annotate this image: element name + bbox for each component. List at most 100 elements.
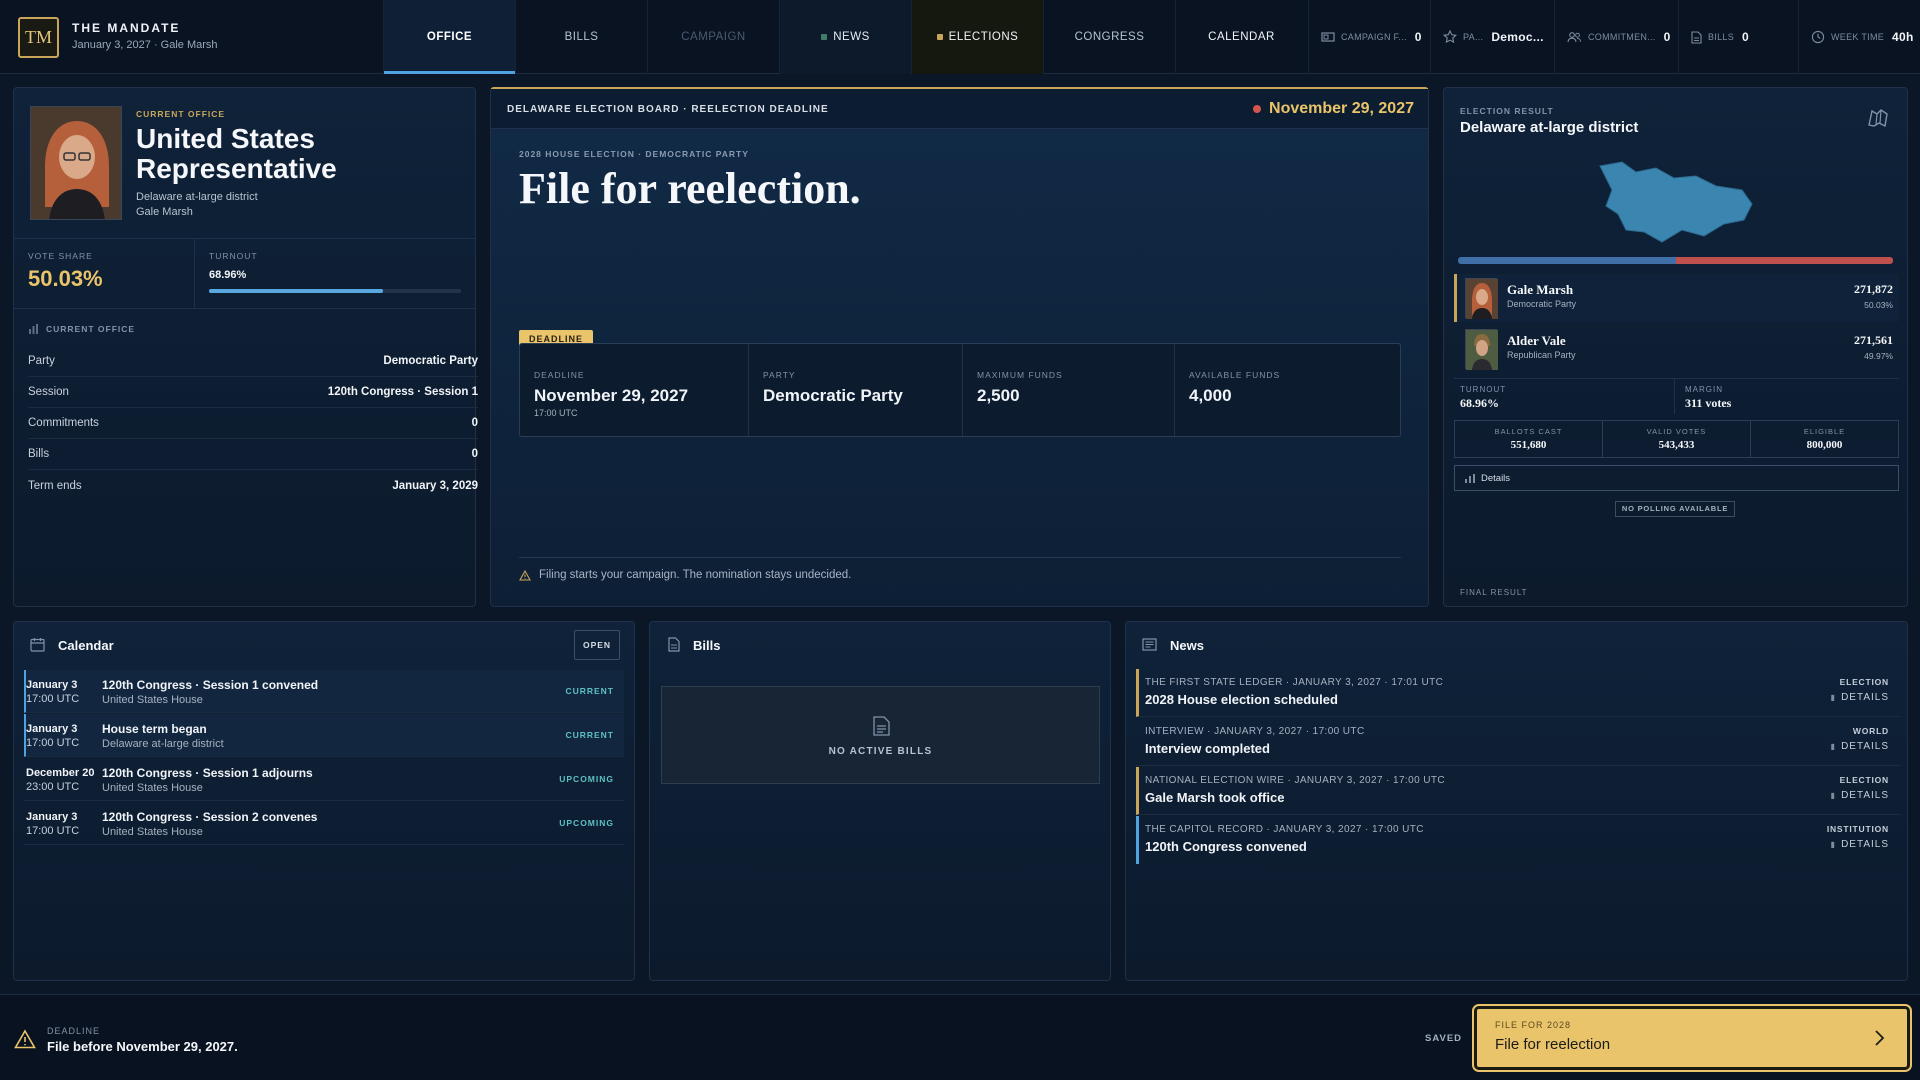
calendar-event[interactable]: December 20 23:00 UTC 120th Congress · Se…	[24, 758, 624, 801]
tab-news[interactable]: NEWS	[779, 0, 911, 74]
tab-congress[interactable]: CONGRESS	[1043, 0, 1175, 74]
candidate-pct: 50.03%	[1864, 300, 1893, 310]
divider	[14, 238, 475, 239]
deadline-facts: DEADLINE November 29, 2027 17:00 UTC PAR…	[519, 343, 1401, 437]
app-logo[interactable]: TM	[18, 17, 59, 58]
top-bar: TM THE MANDATE January 3, 2027 · Gale Ma…	[0, 0, 1920, 74]
calendar-event[interactable]: January 3 17:00 UTC 120th Congress · Sess…	[24, 670, 624, 713]
calendar-open-button[interactable]: OPEN	[574, 630, 620, 660]
deadline-date-text: November 29, 2027	[1269, 100, 1414, 117]
event-status: UPCOMING	[559, 774, 614, 784]
stat-label: COMMITMEN...	[1588, 32, 1656, 42]
stat-campaign-funds[interactable]: CAMPAIGN F... 0	[1308, 0, 1430, 74]
deadline-card-kicker: 2028 HOUSE ELECTION · DEMOCRATIC PARTY	[519, 149, 749, 159]
event-day: January 3	[26, 723, 78, 735]
news-item[interactable]: INTERVIEW · JANUARY 3, 2027 · 17:00 UTC …	[1136, 718, 1901, 766]
event-subtitle: United States House	[102, 694, 203, 706]
tab-office[interactable]: OFFICE	[383, 0, 515, 74]
tab-label: OFFICE	[426, 31, 473, 43]
calendar-event[interactable]: January 3 17:00 UTC 120th Congress · Sess…	[24, 802, 624, 845]
newspaper-icon	[1142, 638, 1157, 651]
news-category: ELECTION	[1839, 775, 1889, 785]
event-title: House term began	[102, 722, 207, 736]
row-key: Term ends	[28, 479, 82, 492]
event-date: January 3 17:00 UTC	[26, 810, 79, 838]
news-source: THE FIRST STATE LEDGER · JANUARY 3, 2027…	[1145, 677, 1444, 688]
news-item[interactable]: THE CAPITOL RECORD · JANUARY 3, 2027 · 1…	[1136, 816, 1901, 864]
candidate-row[interactable]: Alder Vale Republican Party 271,561 49.9…	[1454, 325, 1899, 373]
candidate-pct: 49.97%	[1864, 351, 1893, 361]
news-headline: Gale Marsh took office	[1145, 790, 1285, 805]
count-label: VALID VOTES	[1646, 427, 1707, 436]
district-map-shape	[1599, 161, 1753, 243]
count-eligible: ELIGIBLE 800,000	[1751, 421, 1898, 457]
news-category: WORLD	[1852, 726, 1889, 736]
stat-label: PA...	[1463, 32, 1484, 42]
count-value: 543,433	[1658, 439, 1695, 451]
map-icon[interactable]	[1867, 108, 1889, 128]
details-button[interactable]: Details	[1454, 465, 1899, 491]
stat-commitments[interactable]: COMMITMEN... 0	[1554, 0, 1678, 74]
fact-sub: 17:00 UTC	[534, 408, 578, 418]
row-value: Democratic Party	[383, 355, 478, 367]
news-item[interactable]: THE FIRST STATE LEDGER · JANUARY 3, 2027…	[1136, 669, 1901, 717]
news-details-link[interactable]: ▮ DETAILS	[1831, 790, 1889, 801]
tab-calendar[interactable]: CALENDAR	[1175, 0, 1307, 74]
cta-kicker: FILE FOR 2028	[1495, 1020, 1572, 1030]
tab-bills[interactable]: BILLS	[515, 0, 647, 74]
cta-label: File for reelection	[1495, 1036, 1611, 1053]
event-title: 120th Congress · Session 1 convened	[102, 678, 319, 692]
tab-label: CAMPAIGN	[681, 31, 746, 43]
calendar-icon	[30, 638, 45, 652]
news-source: NATIONAL ELECTION WIRE · JANUARY 3, 2027…	[1145, 775, 1445, 786]
count-ballots-cast: BALLOTS CAST 551,680	[1455, 421, 1603, 457]
calendar-event[interactable]: January 3 17:00 UTC House term began Dela…	[24, 714, 624, 757]
stat-party[interactable]: PA... Democ...	[1430, 0, 1554, 74]
turnout-bar-fill	[209, 289, 383, 293]
saved-status: SAVED	[1425, 1033, 1463, 1044]
news-category: INSTITUTION	[1826, 824, 1889, 834]
turnout-bar	[209, 289, 461, 293]
news-details-link[interactable]: ▮ DETAILS	[1831, 692, 1889, 703]
news-details-link[interactable]: ▮ DETAILS	[1831, 741, 1889, 752]
news-headline: 2028 House election scheduled	[1145, 692, 1338, 707]
tab-elections[interactable]: ELECTIONS	[911, 0, 1043, 74]
election-title: Delaware at-large district	[1460, 119, 1639, 136]
event-subtitle: Delaware at-large district	[102, 738, 224, 750]
candidate-row[interactable]: Gale Marsh Democratic Party 271,872 50.0…	[1454, 274, 1899, 322]
divider	[1454, 378, 1899, 379]
stat-bills[interactable]: BILLS 0	[1678, 0, 1798, 74]
candidate-votes: 271,872	[1854, 282, 1893, 296]
event-date: December 20 23:00 UTC	[26, 766, 95, 794]
news-details-link[interactable]: ▮ DETAILS	[1831, 839, 1889, 850]
fact-label: PARTY	[763, 370, 796, 380]
bills-panel: Bills NO ACTIVE BILLS	[649, 621, 1111, 981]
bills-empty-state: NO ACTIVE BILLS	[661, 686, 1100, 784]
office-kicker: CURRENT OFFICE	[136, 109, 226, 119]
stat-week-time[interactable]: WEEK TIME 40h	[1798, 0, 1920, 74]
news-item[interactable]: NATIONAL ELECTION WIRE · JANUARY 3, 2027…	[1136, 767, 1901, 815]
document-icon	[668, 637, 680, 652]
deadline-card-date: November 29, 2027	[1253, 100, 1414, 118]
fact-value: 2,500	[977, 386, 1020, 405]
tab-campaign[interactable]: CAMPAIGN	[647, 0, 779, 74]
file-for-reelection-button[interactable]: FILE FOR 2028 File for reelection	[1472, 1004, 1912, 1072]
candidate-portrait-icon	[1466, 330, 1498, 370]
office-district: Delaware at-large district	[136, 191, 258, 203]
stat-value: 0	[1663, 30, 1671, 44]
candidate-portrait-icon	[1466, 279, 1498, 319]
empty-document-icon	[873, 716, 890, 736]
bills-title: Bills	[693, 638, 721, 653]
event-day: December 20	[26, 767, 95, 779]
event-time: 17:00 UTC	[26, 737, 80, 749]
clock-icon	[1811, 30, 1825, 44]
office-row-session: Session 120th Congress · Session 1	[28, 377, 478, 408]
vote-share-value: 50.03%	[28, 266, 103, 291]
margin-label: MARGIN	[1685, 385, 1723, 394]
chevron-right-icon	[1875, 1030, 1885, 1046]
vote-counts: BALLOTS CAST 551,680 VALID VOTES 543,433…	[1454, 420, 1899, 458]
calendar-panel: Calendar OPEN January 3 17:00 UTC 120th C…	[13, 621, 635, 981]
vote-split-dem	[1458, 257, 1676, 264]
vote-split-rep	[1675, 257, 1893, 264]
alert-dot-icon	[1253, 105, 1262, 113]
